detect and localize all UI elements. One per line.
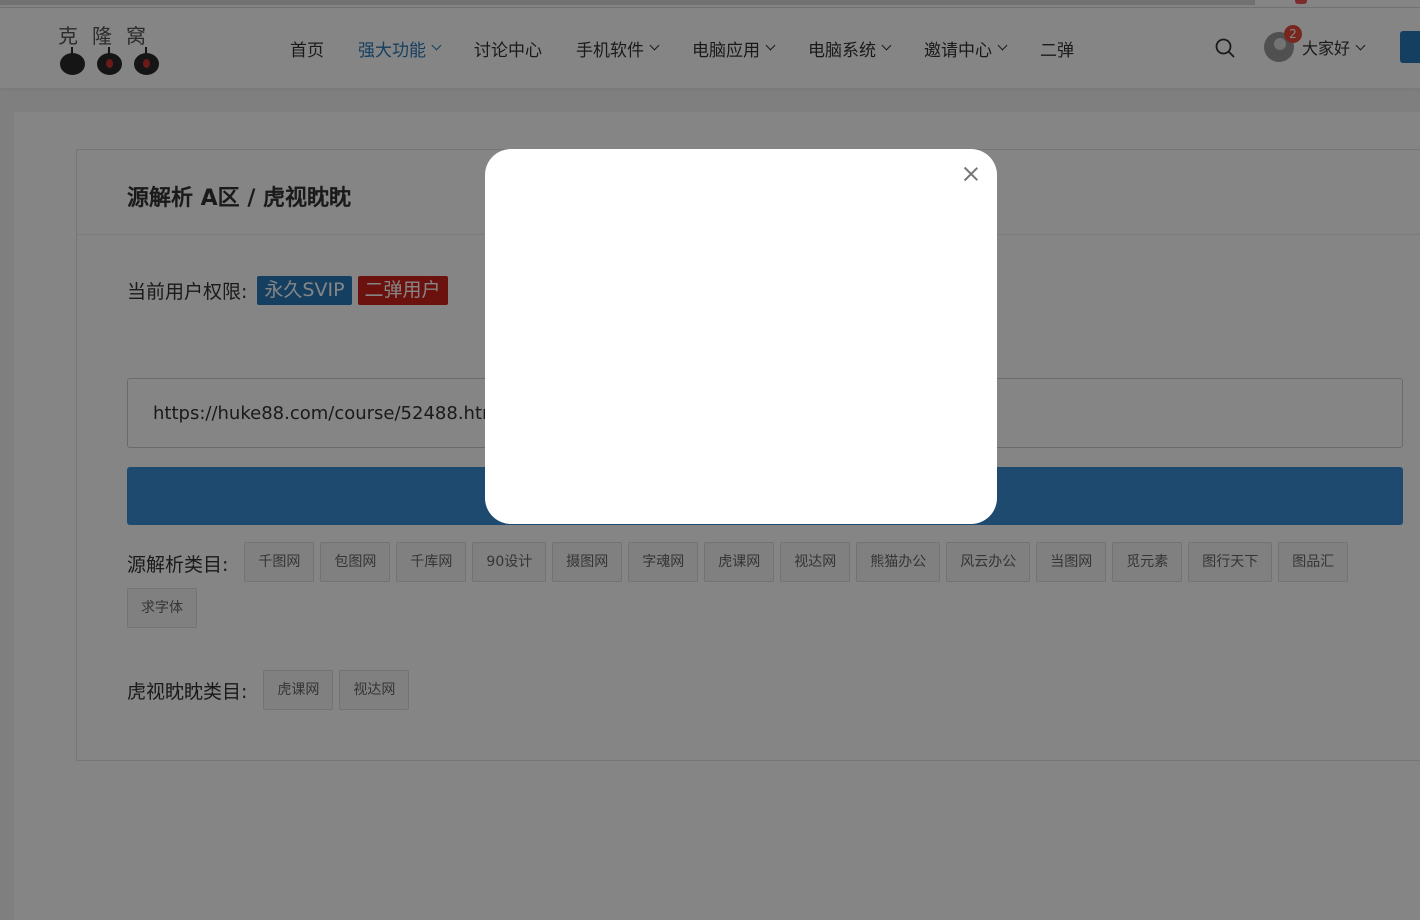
modal-dialog <box>485 149 997 524</box>
close-icon[interactable] <box>963 166 979 182</box>
